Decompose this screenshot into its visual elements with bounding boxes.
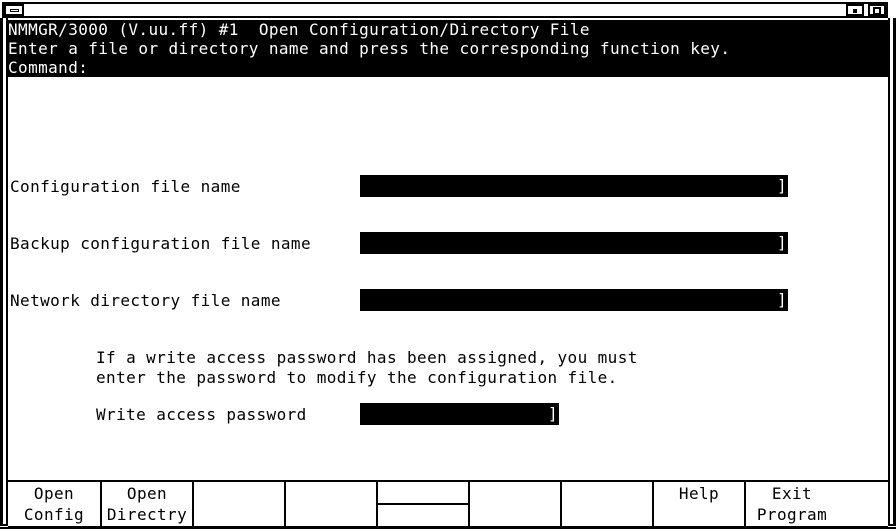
function-key-4-label-line2: [286, 504, 376, 525]
function-key-2-label-line2: Directry: [106, 505, 188, 524]
password-note-line-1: If a write access password has been assi…: [96, 348, 638, 367]
window-left-border: [0, 18, 8, 524]
function-key-6[interactable]: [470, 482, 562, 526]
function-key-3-label-line2: [194, 504, 284, 525]
function-key-bar: Open Config Open Directry Help Exit Program: [8, 480, 888, 528]
function-key-9[interactable]: Exit Program: [746, 482, 838, 526]
function-key-6-label-line2: [470, 504, 560, 525]
network-directory-file-label: Network directory file name: [10, 291, 281, 310]
function-key-8[interactable]: Help: [654, 482, 746, 526]
instruction-line: Enter a file or directory name and press…: [8, 39, 731, 58]
window-titlebar: [2, 2, 888, 18]
form-area: Configuration file name [NMCONFIG.PUB.SY…: [8, 77, 888, 466]
function-key-9-label-line1: Exit: [771, 484, 813, 503]
function-key-8-label-line2: [654, 504, 744, 525]
function-key-3[interactable]: [194, 482, 286, 526]
window-right-border: [888, 18, 896, 524]
function-key-1[interactable]: Open Config: [8, 482, 102, 526]
page-title: NMMGR/3000 (V.uu.ff) #1 Open Configurati…: [8, 20, 590, 39]
terminal-window: NMMGR/3000 (V.uu.ff) #1 Open Configurati…: [0, 0, 896, 532]
function-key-1-label-line1: Open: [33, 484, 75, 503]
function-key-7-label-line1: [562, 483, 652, 504]
close-bracket: ]: [547, 404, 558, 423]
minimize-glyph: [10, 9, 19, 12]
function-key-4[interactable]: [286, 482, 378, 526]
function-key-7-label-line2: [562, 504, 652, 525]
password-note-line-2: enter the password to modify the configu…: [96, 368, 618, 387]
minimize-small-icon[interactable]: [846, 4, 864, 16]
function-key-4-label-line1: [286, 483, 376, 504]
configuration-file-input[interactable]: [NMCONFIG.PUB.SYS ]: [360, 175, 788, 197]
write-access-password-input[interactable]: [ ]: [360, 403, 559, 425]
close-bracket: ]: [776, 176, 787, 195]
function-key-1-label-line2: Config: [23, 505, 85, 524]
function-key-7[interactable]: [562, 482, 654, 526]
function-key-6-label-line1: [470, 483, 560, 504]
function-key-2[interactable]: Open Directry: [102, 482, 194, 526]
command-line[interactable]: Command:: [8, 58, 888, 77]
minimize-icon[interactable]: [4, 4, 24, 16]
function-key-5[interactable]: [378, 482, 470, 526]
maximize-glyph: [873, 7, 881, 15]
minimize-small-glyph: [853, 9, 857, 13]
backup-configuration-file-input[interactable]: [NMCBACK.PUB.SYS ]: [360, 232, 788, 254]
close-bracket: ]: [776, 290, 787, 309]
function-key-3-label-line1: [194, 483, 284, 504]
configuration-file-label: Configuration file name: [10, 177, 241, 196]
network-directory-file-input[interactable]: [NSDIR.NET.SYS ]: [360, 289, 788, 311]
close-bracket: ]: [776, 233, 787, 252]
command-label: Command:: [8, 58, 89, 77]
backup-configuration-file-label: Backup configuration file name: [10, 234, 311, 253]
maximize-icon[interactable]: [868, 4, 886, 16]
function-key-5-label-line1: [378, 483, 468, 504]
function-key-8-label-line1: Help: [678, 484, 720, 503]
function-key-5-label-line2: [378, 504, 468, 525]
function-key-9-label-line2: Program: [756, 505, 828, 524]
function-key-2-label-line1: Open: [126, 484, 168, 503]
write-access-password-label: Write access password: [96, 405, 307, 424]
